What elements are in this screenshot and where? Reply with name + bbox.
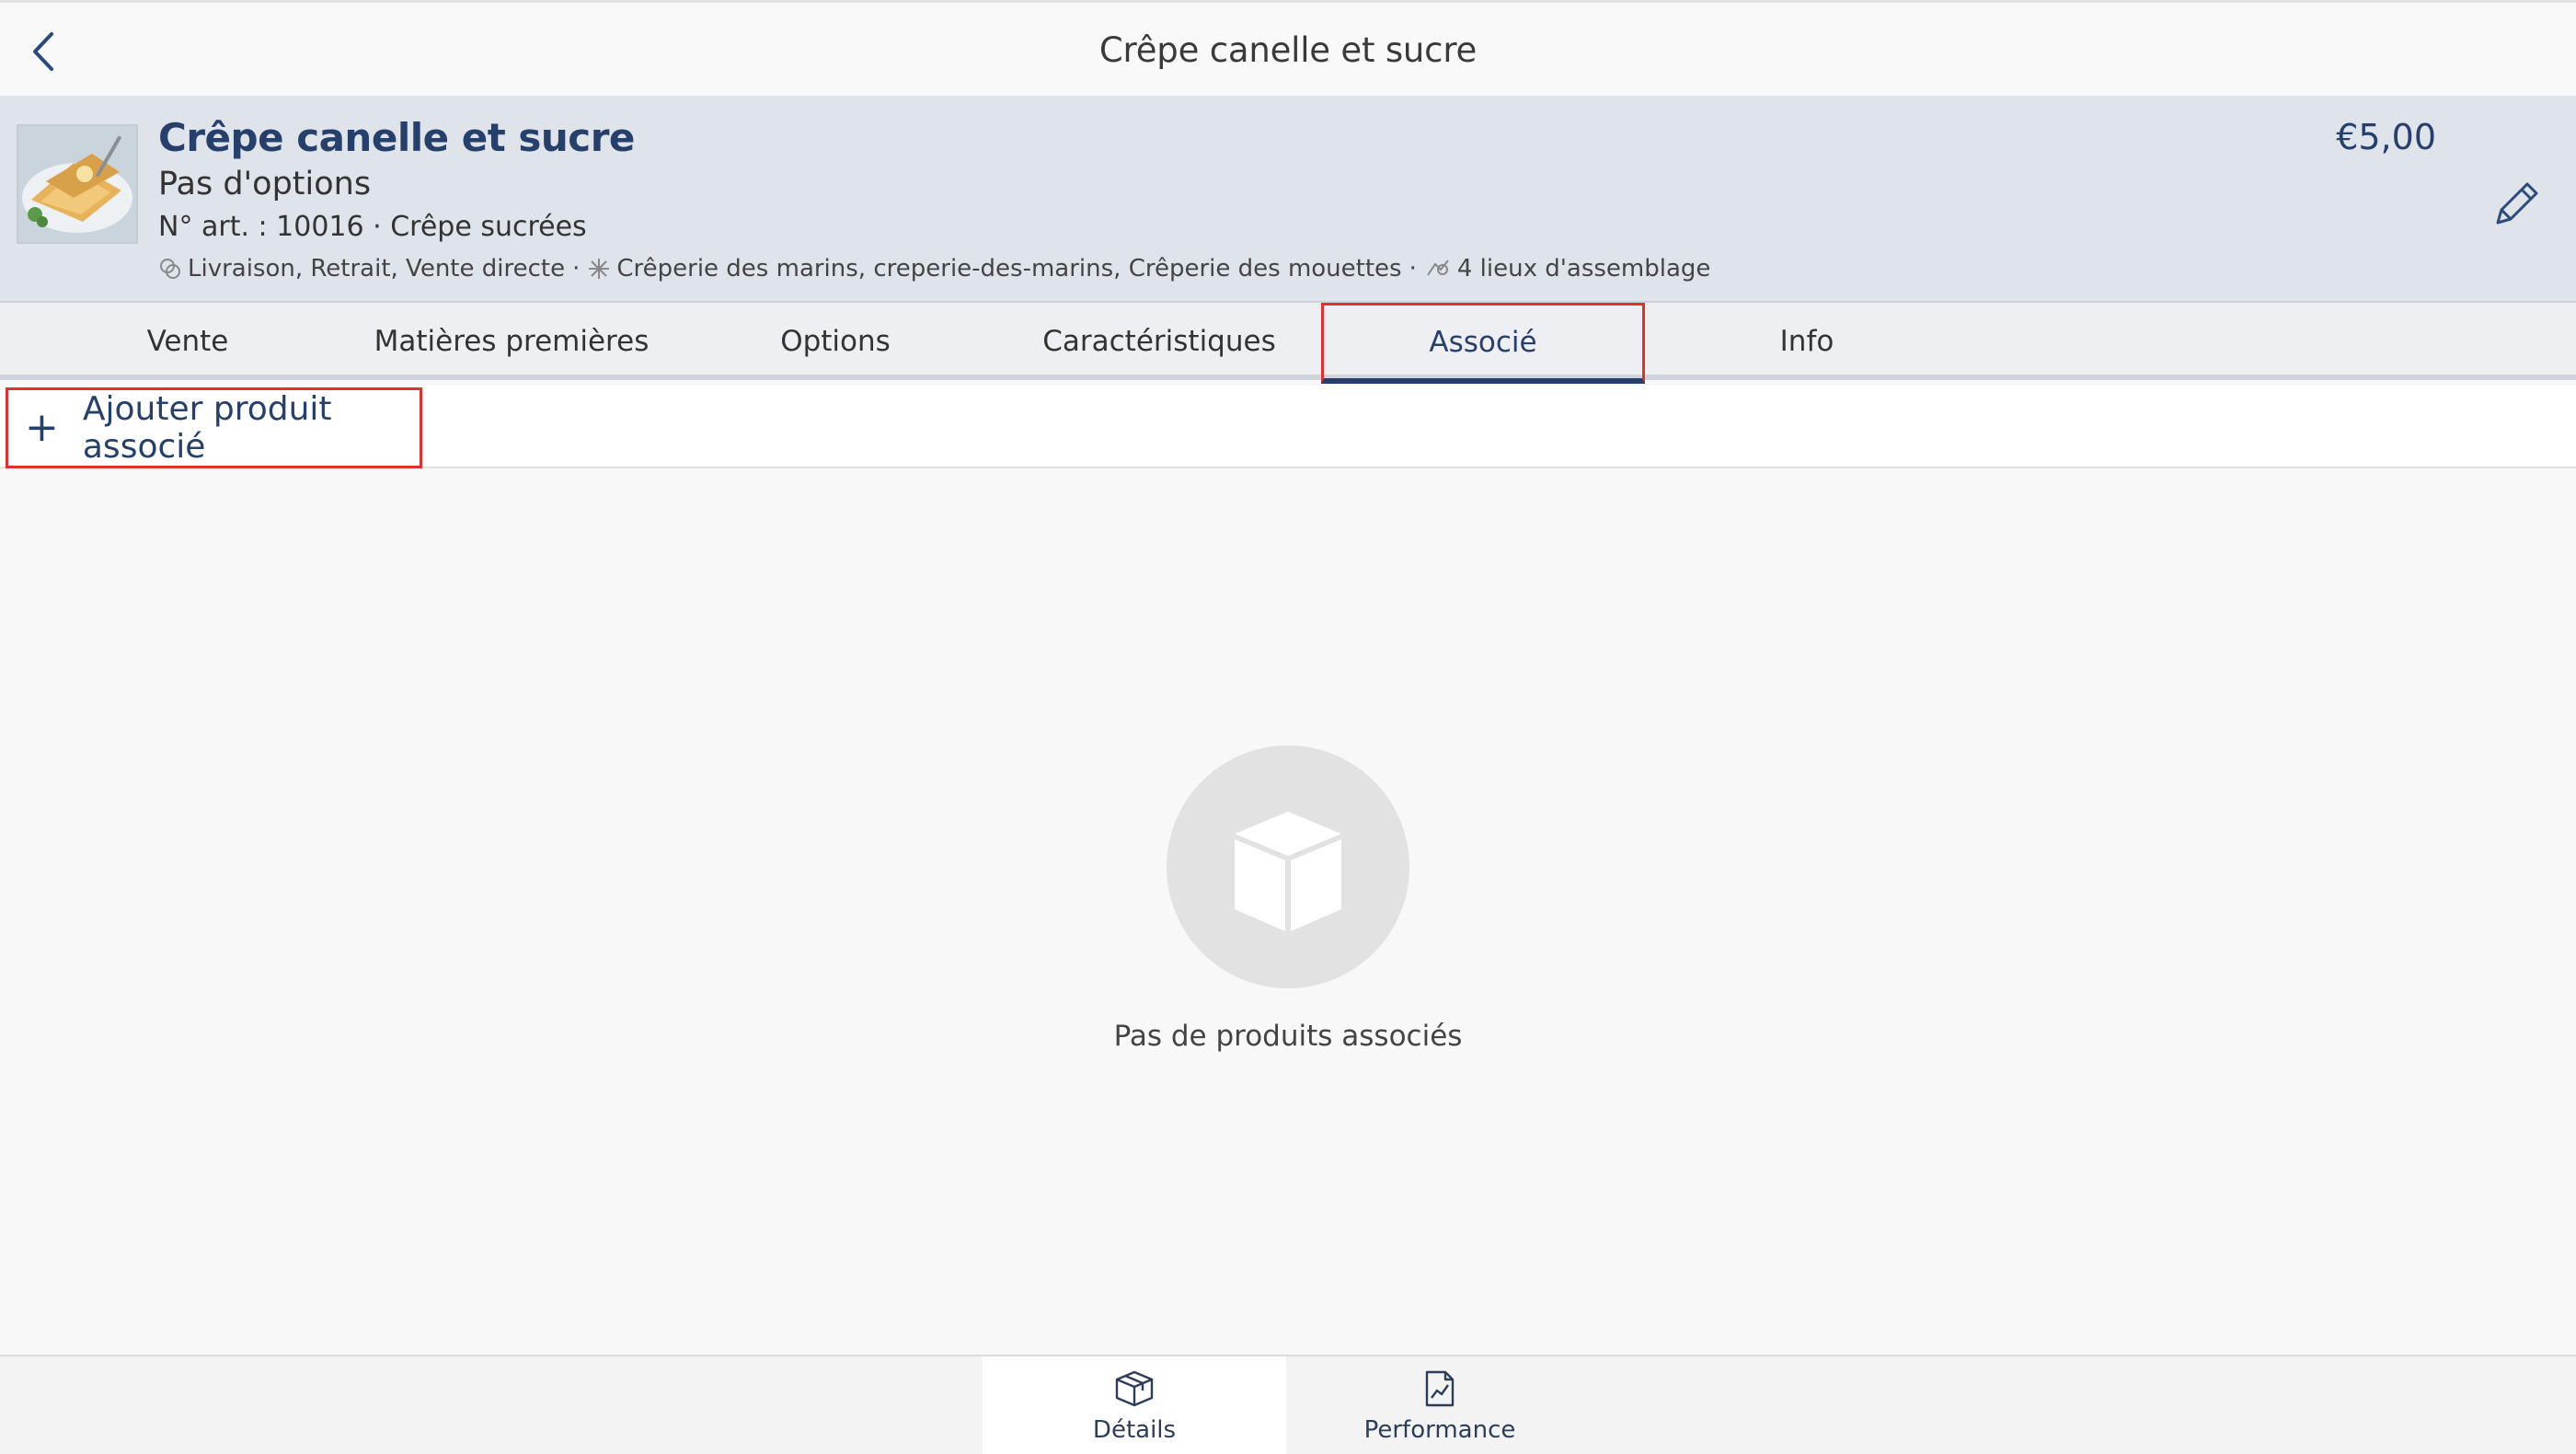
tab-info[interactable]: Info xyxy=(1645,303,1969,380)
bottom-tab-bar: Détails Performance xyxy=(0,1355,2576,1454)
separator: · xyxy=(1409,255,1417,283)
product-header: Crêpe canelle et sucre Pas d'options N° … xyxy=(0,97,2576,303)
product-article-number: N° art. : 10016 · Crêpe sucrées xyxy=(158,211,587,243)
bottom-tab-performance[interactable]: Performance xyxy=(1288,1356,1592,1454)
bottom-tab-performance-label: Performance xyxy=(1363,1416,1516,1444)
pencil-icon xyxy=(2496,182,2538,225)
tab-options[interactable]: Options xyxy=(673,303,997,380)
stores: Crêperie des marins, creperie-des-marins… xyxy=(616,255,1402,283)
separator: · xyxy=(572,255,581,283)
page-title: Crêpe canelle et sucre xyxy=(1098,30,1478,70)
top-navbar: Crêpe canelle et sucre xyxy=(0,0,2576,97)
tab-caracteristiques[interactable]: Caractéristiques xyxy=(997,303,1321,380)
add-row: + Ajouter produit associé xyxy=(0,386,2576,468)
product-name: Crêpe canelle et sucre xyxy=(158,115,635,160)
assembly-location-icon xyxy=(1424,257,1452,281)
product-options: Pas d'options xyxy=(158,166,372,202)
tab-matieres-premieres[interactable]: Matières premières xyxy=(350,303,673,380)
add-associated-product-label: Ajouter produit associé xyxy=(82,390,332,466)
assembly-locations: 4 lieux d'assemblage xyxy=(1456,255,1711,283)
empty-state-text: Pas de produits associés xyxy=(1113,1020,1463,1053)
empty-state-box-icon xyxy=(1167,745,1409,988)
tab-vente[interactable]: Vente xyxy=(26,303,350,380)
store-icon xyxy=(587,257,611,281)
sales-channel-icon xyxy=(158,257,182,281)
product-image xyxy=(17,124,138,244)
chart-document-icon xyxy=(1425,1370,1455,1407)
bottom-tab-details-label: Détails xyxy=(1092,1416,1177,1444)
add-associated-product-button[interactable]: + Ajouter produit associé xyxy=(6,387,422,468)
product-meta: Livraison, Retrait, Vente directe · Crêp… xyxy=(158,255,1710,283)
tab-bar: Vente Matières premières Options Caracté… xyxy=(0,303,2576,384)
bottom-tab-details[interactable]: Détails xyxy=(983,1356,1286,1454)
box-icon xyxy=(1115,1370,1154,1407)
edit-button[interactable] xyxy=(2484,172,2548,237)
plus-icon: + xyxy=(25,404,59,451)
sales-channels: Livraison, Retrait, Vente directe xyxy=(188,255,566,283)
product-price: €5,00 xyxy=(2336,117,2436,157)
tab-associe[interactable]: Associé xyxy=(1321,303,1645,384)
